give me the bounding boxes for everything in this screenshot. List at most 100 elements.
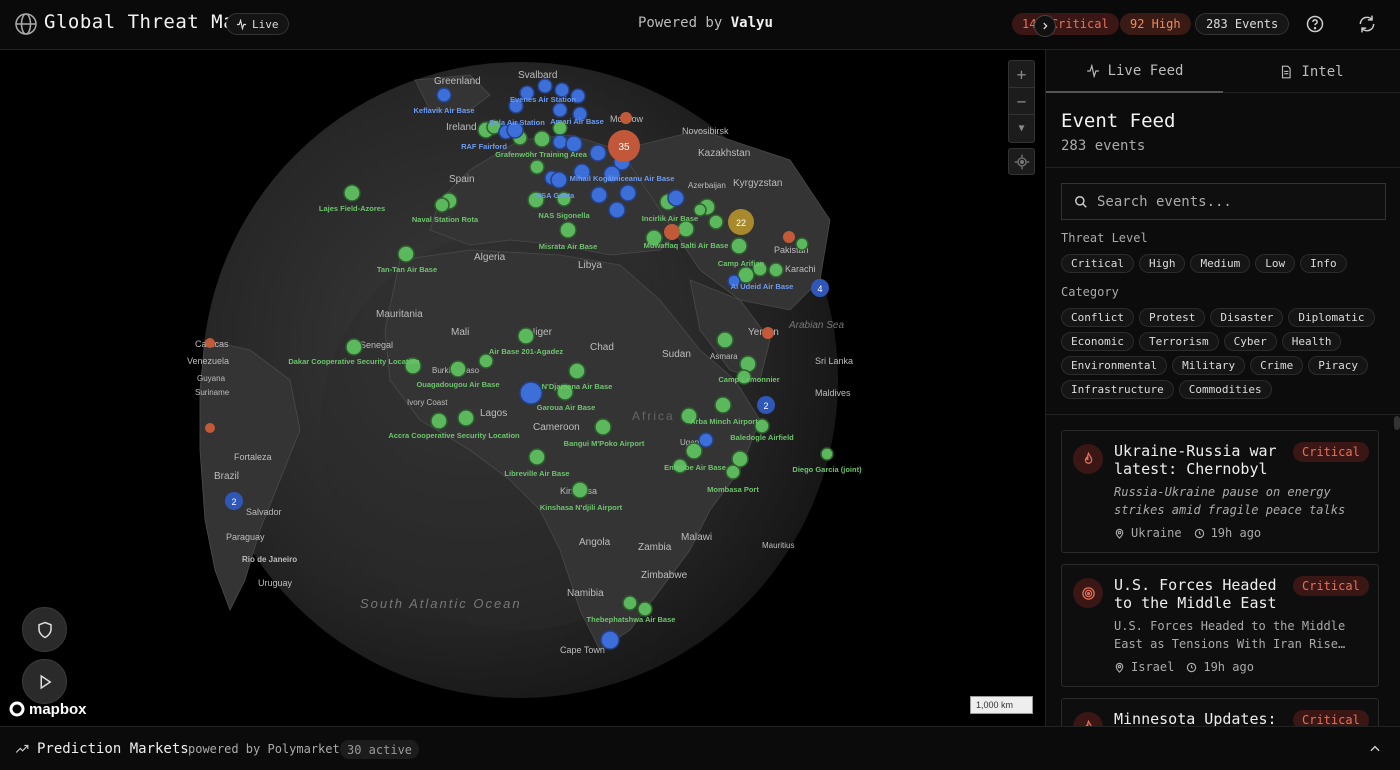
critical-marker[interactable] xyxy=(620,112,632,124)
base-marker[interactable] xyxy=(345,338,363,356)
event-marker[interactable] xyxy=(552,134,568,150)
label-cameroon: Cameroon xyxy=(533,422,580,433)
filter-commodities[interactable]: Commodities xyxy=(1178,380,1272,399)
mapbox-logo[interactable]: mapbox xyxy=(8,700,87,718)
cluster-2-brazil[interactable]: 2 xyxy=(225,492,243,510)
base-marker[interactable] xyxy=(725,464,741,480)
powered-brand[interactable]: Valyu xyxy=(731,15,773,31)
base-marker[interactable] xyxy=(820,447,834,461)
base-marker[interactable] xyxy=(730,237,748,255)
event-marker[interactable] xyxy=(600,630,620,650)
filter-infrastructure[interactable]: Infrastructure xyxy=(1061,380,1174,399)
base-marker[interactable] xyxy=(708,214,724,230)
event-card[interactable]: U.S. Forces Headed to the Middle East as… xyxy=(1061,564,1379,687)
filter-health[interactable]: Health xyxy=(1281,332,1342,351)
filter-high[interactable]: High xyxy=(1138,254,1186,273)
filter-diplomatic[interactable]: Diplomatic xyxy=(1288,308,1375,327)
critical-marker[interactable] xyxy=(664,224,680,240)
event-marker[interactable] xyxy=(667,189,685,207)
scrollbar[interactable] xyxy=(1394,416,1400,430)
filter-medium[interactable]: Medium xyxy=(1190,254,1251,273)
threat-map[interactable]: Greenland Svalbard Ireland Spain Algeria… xyxy=(0,50,1045,726)
event-marker[interactable] xyxy=(608,201,626,219)
refresh-icon[interactable] xyxy=(1357,14,1377,34)
base-marker[interactable] xyxy=(677,220,695,238)
label-lagos: Lagos xyxy=(480,408,507,419)
globe-canvas[interactable]: Greenland Svalbard Ireland Spain Algeria… xyxy=(0,50,1045,726)
locate-button[interactable] xyxy=(1008,148,1035,175)
base-marker[interactable] xyxy=(568,362,586,380)
base-marker[interactable] xyxy=(449,360,467,378)
base-marker[interactable] xyxy=(716,331,734,349)
base-marker[interactable] xyxy=(571,481,589,499)
base-marker[interactable] xyxy=(430,412,448,430)
base-marker[interactable] xyxy=(594,418,612,436)
base-marker[interactable] xyxy=(637,601,653,617)
event-marker[interactable] xyxy=(436,87,452,103)
base-marker[interactable] xyxy=(533,130,551,148)
collapse-sidebar-button[interactable] xyxy=(1034,15,1056,37)
base-marker[interactable] xyxy=(795,237,809,251)
base-marker[interactable] xyxy=(434,197,450,213)
event-card[interactable]: Ukraine-Russia war latest: Chernobyl Cri… xyxy=(1061,430,1379,553)
critical-marker[interactable] xyxy=(783,231,795,243)
label-ireland: Ireland xyxy=(446,122,477,133)
filter-disaster[interactable]: Disaster xyxy=(1210,308,1284,327)
base-marker[interactable] xyxy=(559,221,577,239)
base-marker[interactable] xyxy=(457,409,475,427)
zoom-in-button[interactable]: + xyxy=(1009,61,1034,88)
filter-critical[interactable]: Critical xyxy=(1061,254,1134,273)
search-input[interactable] xyxy=(1097,193,1367,210)
filter-economic[interactable]: Economic xyxy=(1061,332,1134,351)
filter-protest[interactable]: Protest xyxy=(1138,308,1206,327)
tab-live-feed[interactable]: Live Feed xyxy=(1046,50,1223,93)
critical-marker[interactable] xyxy=(762,327,774,339)
base-marker[interactable] xyxy=(685,442,703,460)
filter-crime[interactable]: Crime xyxy=(1250,356,1304,375)
label-malawi: Malawi xyxy=(681,532,712,543)
prediction-markets-bar[interactable]: Prediction Markets powered by Polymarket… xyxy=(0,726,1400,770)
base-marker[interactable] xyxy=(529,159,545,175)
label-senegal: Senegal xyxy=(360,340,393,350)
play-button[interactable] xyxy=(22,659,67,704)
help-icon[interactable] xyxy=(1305,14,1325,34)
cluster-35[interactable]: 35 xyxy=(608,130,640,162)
event-marker[interactable] xyxy=(590,186,608,204)
cluster-2-east[interactable]: 2 xyxy=(757,396,775,414)
base-marker[interactable] xyxy=(622,595,638,611)
zoom-out-button[interactable]: − xyxy=(1009,88,1034,115)
base-marker[interactable] xyxy=(397,245,415,263)
base-label: Evenes Air Station xyxy=(510,95,576,104)
filter-terrorism[interactable]: Terrorism xyxy=(1138,332,1219,351)
compass-button[interactable]: ▼ xyxy=(1009,115,1034,142)
filter-conflict[interactable]: Conflict xyxy=(1061,308,1134,327)
event-marker[interactable] xyxy=(537,78,553,94)
event-marker[interactable] xyxy=(550,171,568,189)
filter-piracy[interactable]: Piracy xyxy=(1308,356,1368,375)
filter-environmental[interactable]: Environmental xyxy=(1061,356,1168,375)
event-card[interactable]: Minnesota Updates: Critical xyxy=(1061,698,1379,726)
base-marker[interactable] xyxy=(528,448,546,466)
event-marker[interactable] xyxy=(698,432,714,448)
base-marker[interactable] xyxy=(478,353,494,369)
critical-marker[interactable] xyxy=(205,423,215,433)
filter-cyber[interactable]: Cyber xyxy=(1223,332,1277,351)
filter-info[interactable]: Info xyxy=(1300,254,1347,273)
event-marker[interactable] xyxy=(519,381,543,405)
filter-low[interactable]: Low xyxy=(1255,254,1296,273)
critical-marker[interactable] xyxy=(205,338,215,348)
tab-intel[interactable]: Intel xyxy=(1223,50,1400,93)
cluster-22[interactable]: 22 xyxy=(728,209,754,235)
base-marker[interactable] xyxy=(343,184,361,202)
event-marker[interactable] xyxy=(552,102,568,118)
base-marker[interactable] xyxy=(768,262,784,278)
live-toggle[interactable]: Live xyxy=(226,13,289,35)
event-marker[interactable] xyxy=(619,184,637,202)
cluster-4[interactable]: 4 xyxy=(811,279,829,297)
chevron-up-icon[interactable] xyxy=(1368,742,1382,756)
shield-button[interactable] xyxy=(22,607,67,652)
base-marker[interactable] xyxy=(714,396,732,414)
event-marker[interactable] xyxy=(589,144,607,162)
filter-military[interactable]: Military xyxy=(1172,356,1246,375)
base-marker[interactable] xyxy=(517,327,535,345)
